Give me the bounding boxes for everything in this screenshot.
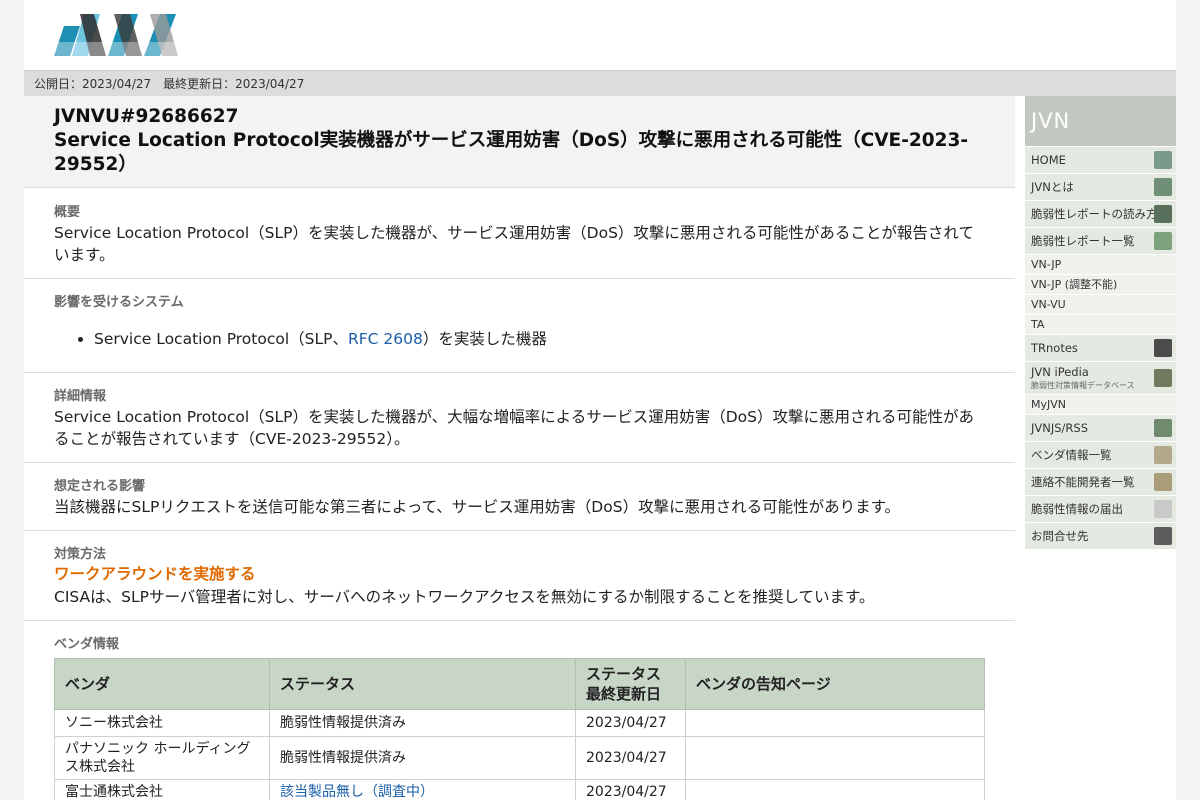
sidebar-nav: JVN HOME JVNとは脆弱性レポートの読み方 脆弱性レポート一覧 VN-JP VN… [1025,96,1176,549]
impact-heading: 想定される影響 [54,479,146,494]
affected-item-suffix: ）を実装した機器 [422,330,547,348]
globe-icon [1154,419,1172,437]
sidebar-item-4[interactable]: VN-JP [1025,254,1176,274]
col-vendor: ベンダ [54,658,270,710]
sidebar-item-label: TA [1031,318,1045,331]
vendor-status-link[interactable]: 該当製品無し（調査中） [280,784,434,800]
table-row: 富士通株式会社 該当製品無し（調査中） 2023/04/27 [54,779,985,800]
vendor-icon [1154,446,1172,464]
details-heading: 詳細情報 [54,389,107,404]
sidebar-item-12[interactable]: ベンダ情報一覧 [1025,441,1176,468]
table-row: パナソニック ホールディングス株式会社 脆弱性情報提供済み 2023/04/27 [54,736,985,780]
building-icon [1154,151,1172,169]
impact-text: 当該機器にSLPリクエストを送信可能な第三者によって、サービス運用妨害（DoS）… [54,498,901,516]
sidebar-item-label: 脆弱性情報の届出 [1031,502,1123,516]
publish-dates: 公開日：2023/04/27 最終更新日：2023/04/27 [24,70,1176,96]
vendor-table: ベンダ ステータス ステータス 最終更新日 ベンダの告知ページ ソニー株式会社 … [54,658,985,800]
sidebar-item-2[interactable]: 脆弱性レポートの読み方 [1025,200,1176,227]
overview-section: 概要 Service Location Protocol（SLP）を実装した機器… [24,188,1015,279]
rfc-link[interactable]: RFC 2608 [348,330,423,348]
list-item: Service Location Protocol（SLP、RFC 2608）を… [94,328,985,350]
sidebar-item-0[interactable]: HOME [1025,146,1176,173]
sidebar-item-14[interactable]: 脆弱性情報の届出 [1025,495,1176,522]
sidebar-item-label: 脆弱性レポート一覧 [1031,234,1135,248]
eye-icon [1154,205,1172,223]
main-content: JVNVU#92686627 Service Location Protocol… [24,96,1015,800]
page-title: JVNVU#92686627 Service Location Protocol… [24,96,1015,188]
jvn-logo[interactable] [54,12,182,62]
solution-heading: 対策方法 [54,547,107,562]
sidebar-item-7[interactable]: TA [1025,314,1176,334]
sidebar-title: JVN [1025,96,1176,146]
vendor-status: 脆弱性情報提供済み [269,709,576,737]
sidebar-item-label: JVN iPedia [1031,365,1089,379]
contact-icon [1154,527,1172,545]
advisory-id: JVNVU#92686627 [54,106,239,127]
sidebar-item-3[interactable]: 脆弱性レポート一覧 [1025,227,1176,254]
sidebar-item-label: 連絡不能開発者一覧 [1031,475,1135,489]
sidebar-item-label: MyJVN [1031,398,1066,411]
affected-list: Service Location Protocol（SLP、RFC 2608）を… [94,328,985,350]
sidebar-item-8[interactable]: TRnotes [1025,334,1176,361]
overview-heading: 概要 [54,205,81,220]
vendor-page [685,736,985,780]
overview-text: Service Location Protocol（SLP）を実装した機器が、サ… [54,224,974,264]
vendor-section: ベンダ情報 ベンダ ステータス ステータス 最終更新日 ベンダの告知ページ ソニ… [24,621,1015,800]
vendor-date: 2023/04/27 [575,736,686,780]
pattern-icon [1154,369,1172,387]
col-status: ステータス [269,658,576,710]
affected-heading: 影響を受けるシステム [54,295,184,310]
vendor-name: パナソニック ホールディングス株式会社 [54,736,270,780]
workaround-heading: ワークアラウンドを実施する [54,565,256,583]
vendor-date: 2023/04/27 [575,709,686,737]
solution-text: CISAは、SLPサーバ管理者に対し、サーバへのネットワークアクセスを無効にする… [54,588,875,606]
affected-item-prefix: Service Location Protocol（SLP、 [94,330,348,348]
sidebar-item-label: JVNJS/RSS [1031,421,1089,435]
vendor-page [685,779,985,800]
sidebar-item-10[interactable]: MyJVN [1025,394,1176,414]
sidebar-item-label: TRnotes [1031,341,1078,355]
page: 公開日：2023/04/27 最終更新日：2023/04/27 JVNVU#92… [24,0,1176,800]
sidebar-item-label: VN-JP [1031,258,1062,271]
sidebar-item-1[interactable]: JVNとは [1025,173,1176,200]
sidebar-item-6[interactable]: VN-VU [1025,294,1176,314]
sidebar-item-5[interactable]: VN-JP (調整不能) [1025,274,1176,294]
table-header-row: ベンダ ステータス ステータス 最終更新日 ベンダの告知ページ [54,658,985,710]
solution-section: 対策方法 ワークアラウンドを実施する CISAは、SLPサーバ管理者に対し、サー… [24,531,1015,621]
site-header [24,0,1176,68]
vendor-heading: ベンダ情報 [54,637,120,652]
sidebar-item-label: HOME [1031,153,1066,167]
vendor-status: 脆弱性情報提供済み [269,736,576,780]
sidebar-item-label: VN-VU [1031,298,1066,311]
pin-icon [1154,339,1172,357]
vendor-status: 該当製品無し（調査中） [269,779,576,800]
details-section: 詳細情報 Service Location Protocol（SLP）を実装した… [24,373,1015,463]
details-text: Service Location Protocol（SLP）を実装した機器が、大… [54,408,974,448]
logo-icon [54,14,182,58]
sidebar-item-9[interactable]: JVN iPedia 脆弱性対策情報データベース [1025,361,1176,394]
sidebar-item-label: VN-JP (調整不能) [1031,278,1118,291]
globe-icon [1154,178,1172,196]
sidebar-item-label: 脆弱性レポートの読み方 [1031,207,1158,221]
impact-section: 想定される影響 当該機器にSLPリクエストを送信可能な第三者によって、サービス運… [24,463,1015,531]
sidebar-item-11[interactable]: JVNJS/RSS [1025,414,1176,441]
table-row: ソニー株式会社 脆弱性情報提供済み 2023/04/27 [54,709,985,737]
sidebar-item-label: JVNとは [1031,180,1074,194]
affected-section: 影響を受けるシステム Service Location Protocol（SLP… [24,279,1015,373]
col-status-date: ステータス 最終更新日 [575,658,686,710]
sidebar-item-label: お問合せ先 [1031,529,1089,543]
list-icon [1154,232,1172,250]
sidebar-menu: HOME JVNとは脆弱性レポートの読み方 脆弱性レポート一覧 VN-JP VN-JP … [1025,146,1176,549]
sidebar-item-label: ベンダ情報一覧 [1031,448,1112,462]
mail-icon [1154,500,1172,518]
vendor-name: 富士通株式会社 [54,779,270,800]
vendor-page [685,709,985,737]
vendor-date: 2023/04/27 [575,779,686,800]
col-vendor-page: ベンダの告知ページ [685,658,985,710]
vendor-name: ソニー株式会社 [54,709,270,737]
advisory-title: Service Location Protocol実装機器がサービス運用妨害（D… [54,130,969,175]
sidebar-item-15[interactable]: お問合せ先 [1025,522,1176,549]
vendor-icon [1154,473,1172,491]
sidebar-item-13[interactable]: 連絡不能開発者一覧 [1025,468,1176,495]
